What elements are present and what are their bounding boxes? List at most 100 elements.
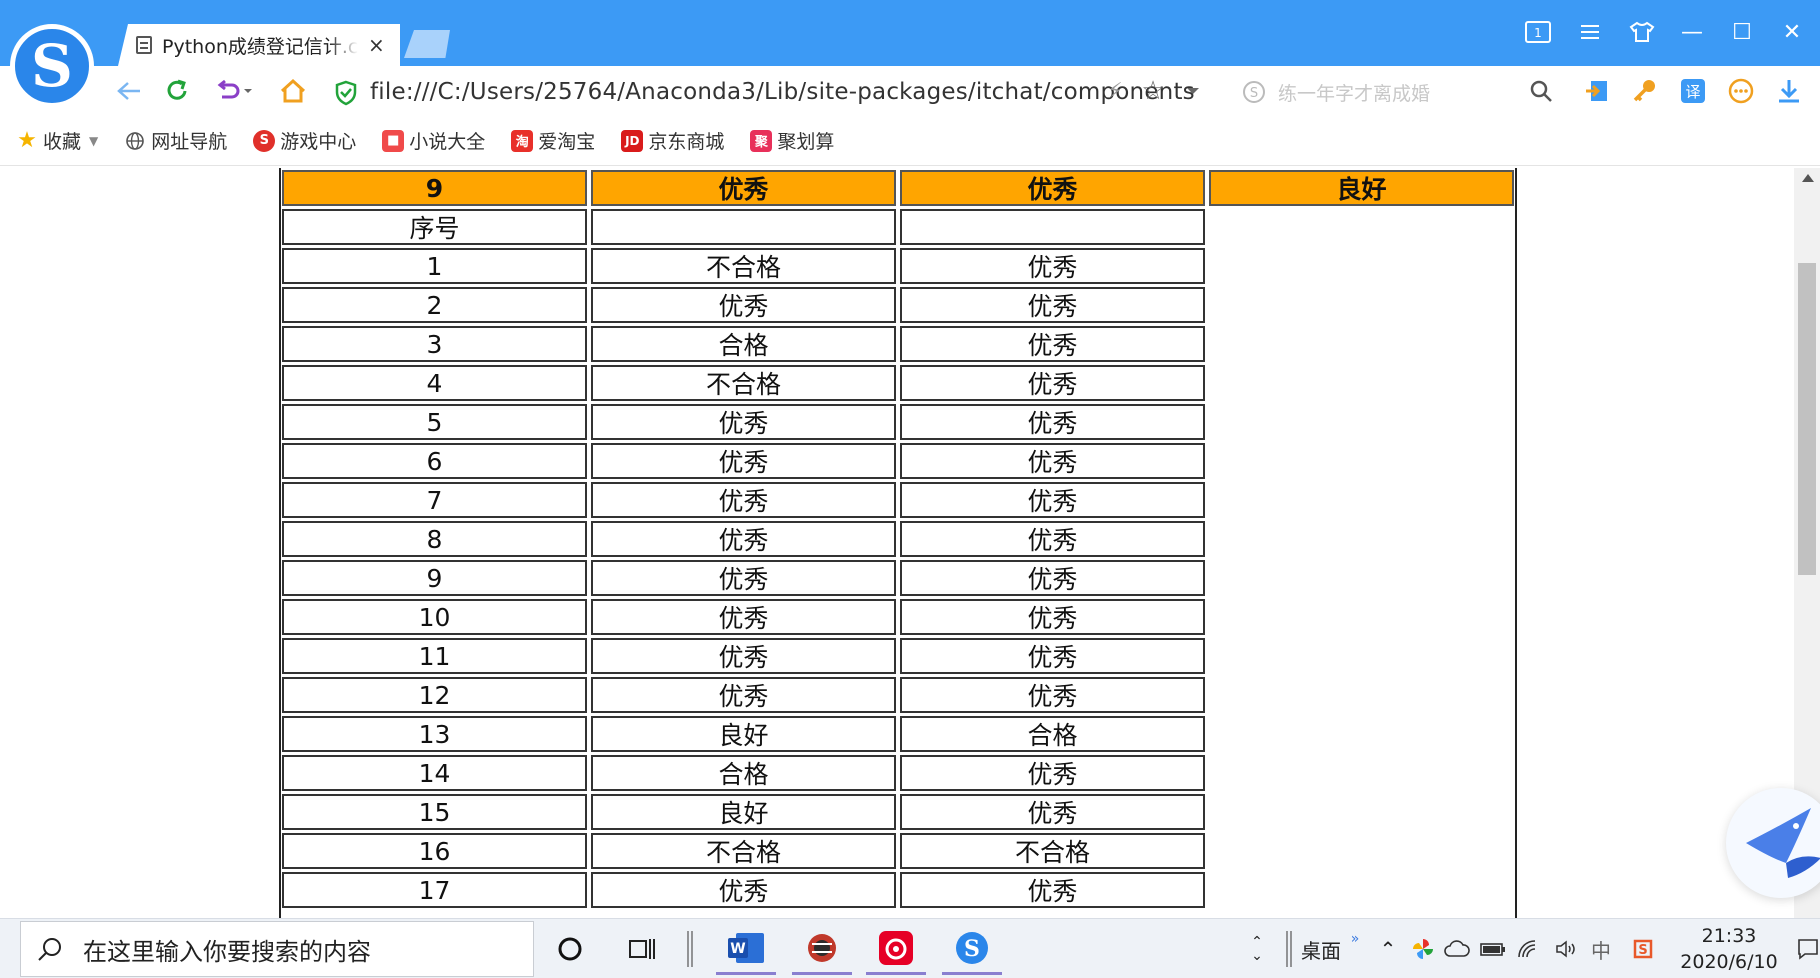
sogou-search-icon: S bbox=[1242, 80, 1266, 108]
search-icon[interactable] bbox=[1526, 74, 1556, 108]
table-cell: 不合格 bbox=[900, 833, 1205, 869]
table-cell: 优秀 bbox=[591, 872, 896, 908]
key-icon[interactable] bbox=[1628, 74, 1662, 108]
pinwheel-icon[interactable] bbox=[1408, 929, 1438, 969]
bookmark-label: 网址导航 bbox=[151, 131, 228, 153]
tray-divider bbox=[1282, 929, 1296, 969]
window-list-button[interactable]: 1 bbox=[1518, 16, 1558, 48]
bookmark-label: 小说大全 bbox=[409, 131, 486, 153]
taskbar-divider bbox=[680, 923, 700, 975]
taskbar-search-box[interactable]: 在这里输入你要搜索的内容 bbox=[20, 921, 534, 977]
more-icon[interactable] bbox=[1724, 74, 1758, 108]
tab-close-icon[interactable]: × bbox=[368, 33, 385, 57]
bookmark-taobao[interactable]: 淘 爱淘宝 bbox=[511, 127, 595, 154]
table-cell: 优秀 bbox=[591, 560, 896, 596]
star-icon: ★ bbox=[17, 128, 37, 153]
lightning-icon[interactable]: ⚡ bbox=[1102, 74, 1128, 108]
task-view-icon[interactable] bbox=[612, 923, 672, 975]
menu-icon[interactable] bbox=[1570, 16, 1610, 48]
cloud-icon[interactable] bbox=[1442, 929, 1472, 969]
taobao-icon: 淘 bbox=[511, 129, 534, 152]
wifi-icon[interactable] bbox=[1514, 929, 1544, 969]
translate-icon[interactable]: 译 bbox=[1676, 74, 1710, 108]
table-label-cell bbox=[591, 209, 896, 245]
scroll-up-icon[interactable] bbox=[1802, 174, 1814, 182]
download-icon[interactable] bbox=[1772, 74, 1806, 108]
word-app-icon[interactable]: W bbox=[716, 923, 776, 975]
table-cell: 优秀 bbox=[591, 443, 896, 479]
expand-icon[interactable]: » bbox=[1346, 919, 1364, 959]
bookmark-games[interactable]: S 游戏中心 bbox=[253, 127, 356, 154]
table-cell: 9 bbox=[282, 560, 587, 596]
tab-active[interactable]: Python成绩登记信计.csv × bbox=[118, 24, 400, 66]
bookmark-jd[interactable]: JD 京东商城 bbox=[621, 127, 724, 154]
table-cell: 优秀 bbox=[900, 638, 1205, 674]
table-cell: 合格 bbox=[900, 716, 1205, 752]
secure-shield-icon bbox=[334, 80, 358, 110]
browser-titlebar: Python成绩登记信计.csv × 1 — ☐ ✕ bbox=[0, 0, 1820, 66]
table-cell: 11 bbox=[282, 638, 587, 674]
table-cell: 优秀 bbox=[591, 638, 896, 674]
table-cell: 17 bbox=[282, 872, 587, 908]
ime-indicator[interactable]: 中 bbox=[1586, 929, 1616, 969]
bookmark-label: 京东商城 bbox=[648, 131, 725, 153]
bookmarks-bar: ★ 收藏 ▼ 网址导航 S 游戏中心 ■ 小说大全 淘 爱淘宝 JD 京东商城 … bbox=[0, 116, 1820, 166]
eclipse-app-icon[interactable] bbox=[792, 923, 852, 975]
globe-icon bbox=[124, 130, 146, 152]
table-cell: 优秀 bbox=[591, 404, 896, 440]
skin-icon[interactable] bbox=[1622, 16, 1662, 48]
table-cell: 合格 bbox=[591, 755, 896, 791]
svg-text:译: 译 bbox=[1685, 83, 1700, 101]
page-viewport: 9 优秀 优秀 良好 序号 1 不合格 优秀 2 优秀 优秀 3 合格 优秀 4 不合格 优秀 5 优秀 优秀 6 优秀优… bbox=[0, 168, 1820, 918]
bookmark-favorites[interactable]: ★ 收藏 ▼ bbox=[16, 127, 98, 154]
table-cell: 优秀 bbox=[591, 521, 896, 557]
cortana-icon[interactable] bbox=[540, 923, 600, 975]
favorite-star-icon[interactable]: ☆ bbox=[1138, 74, 1168, 108]
table-cell: 优秀 bbox=[900, 677, 1205, 713]
table-cell: 7 bbox=[282, 482, 587, 518]
undo-close-icon[interactable] bbox=[212, 74, 256, 108]
bookmark-juhuasuan[interactable]: 聚 聚划算 bbox=[750, 127, 834, 154]
juhuasuan-icon: 聚 bbox=[750, 129, 773, 152]
table-cell: 优秀 bbox=[591, 599, 896, 635]
document-icon bbox=[136, 36, 152, 54]
dropdown-arrow-icon[interactable] bbox=[1180, 74, 1206, 108]
assistant-bird-icon[interactable] bbox=[1726, 788, 1820, 898]
battery-icon[interactable] bbox=[1478, 929, 1508, 969]
table-header-cell: 9 bbox=[282, 170, 587, 206]
table-cell: 优秀 bbox=[900, 443, 1205, 479]
sogou-ime-icon[interactable]: S bbox=[1628, 929, 1658, 969]
desktop-label[interactable]: 桌面 bbox=[1298, 929, 1344, 969]
svg-text:S: S bbox=[964, 936, 980, 962]
table-cell: 10 bbox=[282, 599, 587, 635]
table-cell: 13 bbox=[282, 716, 587, 752]
notification-icon[interactable] bbox=[1796, 929, 1820, 969]
table-cell: 6 bbox=[282, 443, 587, 479]
show-hidden-icons-icon[interactable]: ⌃ bbox=[1374, 929, 1402, 969]
maximize-button[interactable]: ☐ bbox=[1722, 16, 1762, 48]
close-button[interactable]: ✕ bbox=[1772, 16, 1812, 48]
scroll-thumb[interactable] bbox=[1798, 263, 1816, 575]
new-tab-button[interactable] bbox=[404, 30, 450, 58]
bookmark-nav[interactable]: 网址导航 bbox=[124, 127, 227, 154]
table-header-cell: 优秀 bbox=[591, 170, 896, 206]
game-icon: S bbox=[253, 129, 276, 152]
bookmark-label: 爱淘宝 bbox=[538, 131, 596, 153]
volume-icon[interactable] bbox=[1552, 929, 1582, 969]
url-text: file:///C:/Users/25764/Anaconda3/Lib/sit… bbox=[370, 79, 1195, 105]
back-arrow-icon[interactable] bbox=[112, 74, 146, 108]
search-icon bbox=[37, 936, 63, 962]
refresh-icon[interactable] bbox=[160, 74, 194, 108]
system-clock[interactable]: 21:33 2020/6/10 bbox=[1670, 923, 1788, 975]
minimize-button[interactable]: — bbox=[1672, 16, 1712, 48]
table-cell: 1 bbox=[282, 248, 587, 284]
netease-music-icon[interactable] bbox=[866, 923, 926, 975]
sogou-browser-taskbar-icon[interactable]: S bbox=[942, 923, 1002, 975]
table-cell: 不合格 bbox=[591, 248, 896, 284]
table-cell: 优秀 bbox=[900, 404, 1205, 440]
table-cell: 良好 bbox=[591, 716, 896, 752]
tray-scroll-icon[interactable]: ⌃ ⌄ bbox=[1244, 929, 1270, 969]
bookmark-novels[interactable]: ■ 小说大全 bbox=[382, 127, 485, 154]
sidebar-icon[interactable] bbox=[1580, 74, 1614, 108]
home-icon[interactable] bbox=[276, 74, 310, 108]
